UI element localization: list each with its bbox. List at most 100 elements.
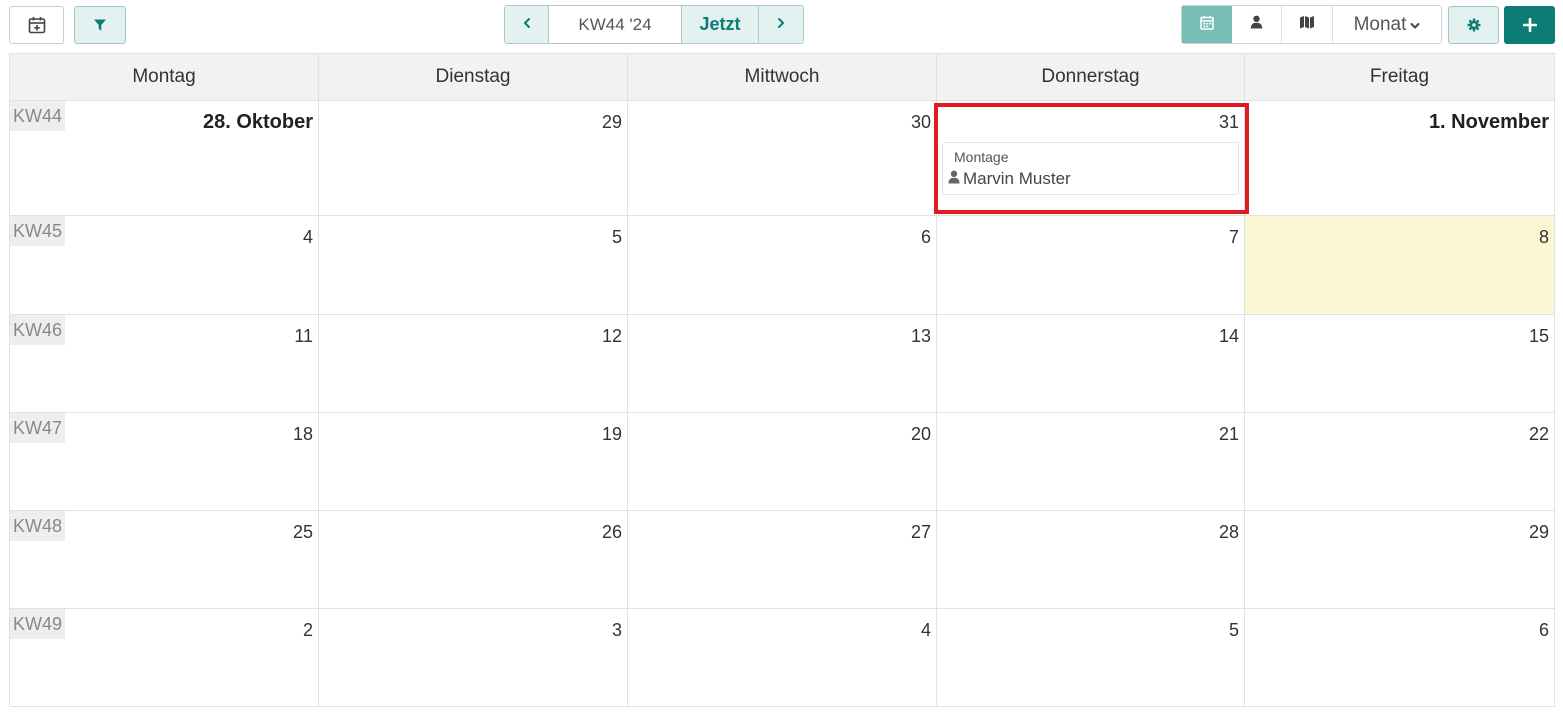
day-number: 5 [611, 227, 622, 247]
week-number[interactable]: KW45 [10, 216, 65, 246]
view-mode-label: Monat [1353, 13, 1407, 35]
day-cell[interactable]: KW46 11 [10, 315, 319, 412]
day-number: 31 [1218, 112, 1239, 132]
day-cell[interactable]: 12 [319, 315, 628, 412]
day-cell[interactable]: 29 [1245, 511, 1554, 608]
week-row: KW46 11 12 13 14 15 [10, 315, 1554, 413]
calendar-icon [1200, 15, 1214, 35]
week-row: KW44 28. Oktober 29 30 31 Montage Marvin… [10, 101, 1554, 216]
day-cell[interactable]: 4 [628, 609, 937, 706]
calendar-view-button[interactable] [1182, 6, 1232, 43]
day-cell[interactable]: 1. November [1245, 101, 1554, 215]
week-navigation: KW44 '24 Jetzt [504, 5, 804, 44]
day-cell[interactable]: 6 [1245, 609, 1554, 706]
week-number[interactable]: KW48 [10, 511, 65, 541]
person-icon [948, 169, 960, 189]
day-cell[interactable]: KW44 28. Oktober [10, 101, 319, 215]
week-row: KW49 2 3 4 5 6 [10, 609, 1554, 706]
day-number: 13 [910, 326, 931, 346]
current-week-label[interactable]: KW44 '24 [549, 6, 682, 43]
day-cell[interactable]: 5 [319, 216, 628, 314]
person-view-button[interactable] [1232, 6, 1282, 43]
settings-button[interactable] [1448, 6, 1499, 44]
day-cell[interactable]: 7 [937, 216, 1245, 314]
day-cell[interactable]: KW45 4 [10, 216, 319, 314]
day-number: 28. Oktober [202, 111, 313, 133]
day-number: 2 [302, 620, 313, 640]
chevron-down-icon [1410, 14, 1420, 36]
add-button[interactable] [1504, 6, 1555, 44]
calendar-plus-icon [27, 15, 47, 35]
day-cell[interactable]: 15 [1245, 315, 1554, 412]
day-number: 8 [1538, 227, 1549, 247]
week-number[interactable]: KW47 [10, 413, 65, 443]
day-cell[interactable]: 19 [319, 413, 628, 510]
chevron-right-icon [776, 16, 786, 34]
week-row: KW48 25 26 27 28 29 [10, 511, 1554, 609]
day-number: 20 [910, 424, 931, 444]
day-number: 11 [294, 326, 313, 346]
day-cell-today[interactable]: 8 [1245, 216, 1554, 314]
now-button[interactable]: Jetzt [682, 6, 759, 43]
day-cell[interactable]: 31 Montage Marvin Muster [937, 101, 1245, 215]
day-cell[interactable]: 21 [937, 413, 1245, 510]
plus-icon [1522, 18, 1537, 32]
day-cell[interactable]: 14 [937, 315, 1245, 412]
day-cell[interactable]: KW49 2 [10, 609, 319, 706]
day-number: 15 [1528, 326, 1549, 346]
day-number: 19 [601, 424, 622, 444]
day-number: 6 [920, 227, 931, 247]
day-cell[interactable]: 30 [628, 101, 937, 215]
day-number: 6 [1538, 620, 1549, 640]
day-number: 18 [292, 424, 313, 444]
day-number: 14 [1218, 326, 1239, 346]
previous-week-button[interactable] [505, 6, 549, 43]
day-number: 30 [910, 112, 931, 132]
next-week-button[interactable] [759, 6, 803, 43]
day-number: 28 [1218, 522, 1239, 542]
day-cell[interactable]: 22 [1245, 413, 1554, 510]
day-number: 25 [292, 522, 313, 542]
day-cell[interactable]: 5 [937, 609, 1245, 706]
day-cell[interactable]: KW48 25 [10, 511, 319, 608]
person-icon [1250, 15, 1263, 34]
week-number[interactable]: KW49 [10, 609, 65, 639]
day-number: 7 [1228, 227, 1239, 247]
view-mode-dropdown[interactable]: Monat [1333, 6, 1441, 43]
weekday-tuesday: Dienstag [319, 54, 628, 100]
map-view-button[interactable] [1282, 6, 1333, 43]
weekday-header: Montag Dienstag Mittwoch Donnerstag Frei… [10, 54, 1554, 101]
add-date-button[interactable] [9, 6, 64, 44]
event-type: Montage [954, 149, 1009, 165]
day-number: 12 [601, 326, 622, 346]
day-cell[interactable]: 6 [628, 216, 937, 314]
day-number: 27 [910, 522, 931, 542]
day-cell[interactable]: 20 [628, 413, 937, 510]
day-number: 22 [1528, 424, 1549, 444]
weekday-thursday: Donnerstag [937, 54, 1245, 100]
day-cell[interactable]: KW47 18 [10, 413, 319, 510]
event-assignee: Marvin Muster [948, 169, 1071, 189]
week-number[interactable]: KW44 [10, 101, 65, 131]
day-cell[interactable]: 27 [628, 511, 937, 608]
chevron-left-icon [522, 16, 532, 34]
day-number: 29 [601, 112, 622, 132]
day-cell[interactable]: 29 [319, 101, 628, 215]
day-cell[interactable]: 28 [937, 511, 1245, 608]
day-cell[interactable]: 3 [319, 609, 628, 706]
view-switcher: Monat [1181, 5, 1442, 44]
week-row: KW47 18 19 20 21 22 [10, 413, 1554, 511]
filter-button[interactable] [74, 6, 126, 44]
day-number: 21 [1218, 424, 1239, 444]
map-icon [1299, 15, 1315, 34]
day-number: 1. November [1428, 111, 1549, 133]
day-cell[interactable]: 13 [628, 315, 937, 412]
month-calendar: Montag Dienstag Mittwoch Donnerstag Frei… [9, 53, 1555, 707]
day-cell[interactable]: 26 [319, 511, 628, 608]
weekday-wednesday: Mittwoch [628, 54, 937, 100]
weekday-monday: Montag [10, 54, 319, 100]
day-number: 5 [1228, 620, 1239, 640]
week-number[interactable]: KW46 [10, 315, 65, 345]
day-number: 3 [611, 620, 622, 640]
calendar-event[interactable]: Montage Marvin Muster [942, 142, 1239, 195]
